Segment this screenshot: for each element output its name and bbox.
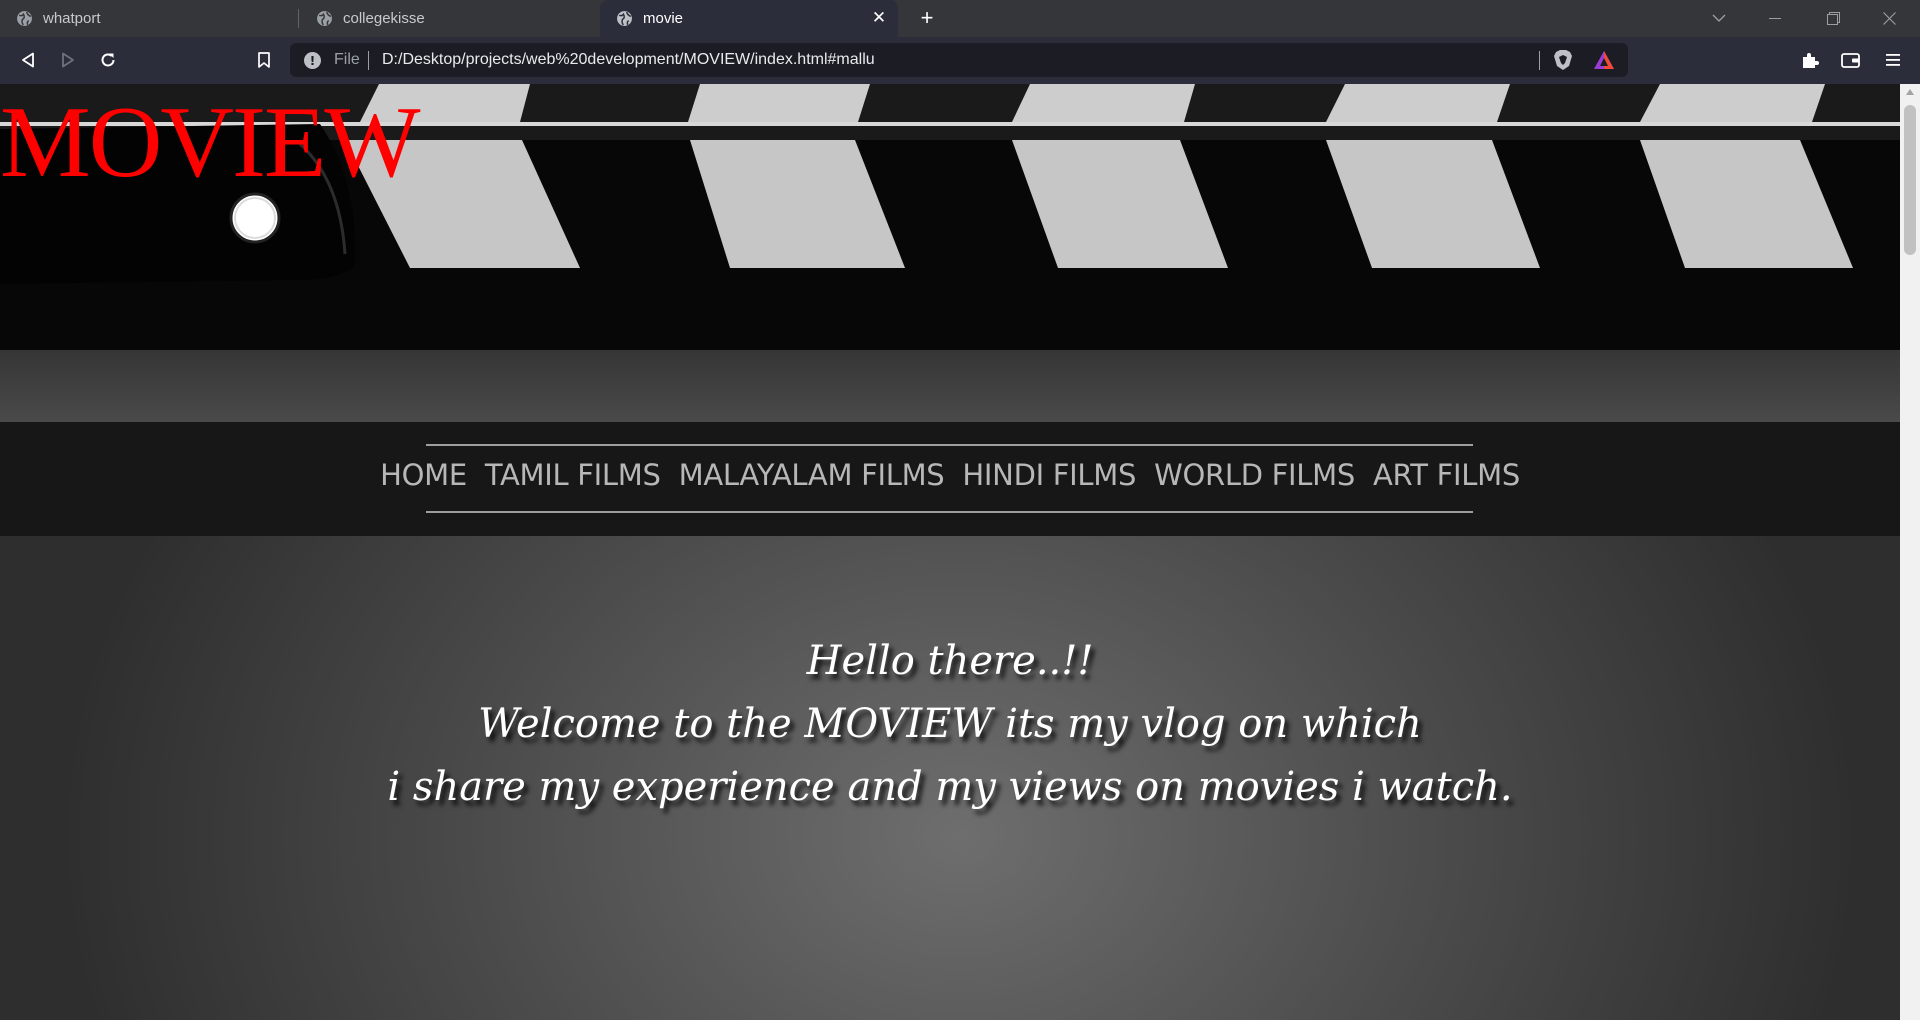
globe-icon <box>317 11 332 26</box>
nav-rule-top <box>426 444 1473 446</box>
tab-title: collegekisse <box>343 10 425 27</box>
site-logo[interactable]: MOVIEW <box>0 84 421 202</box>
info-icon[interactable]: ! <box>304 52 321 69</box>
url-text[interactable]: D:/Desktop/projects/web%20development/MO… <box>382 51 875 69</box>
reload-icon[interactable] <box>94 46 122 74</box>
welcome-line-greeting: Hello there..!! <box>806 638 1094 684</box>
forward-icon[interactable] <box>54 46 82 74</box>
tab-movie[interactable]: movie ✕ <box>600 0 898 37</box>
brave-shield-icon[interactable] <box>1553 49 1573 76</box>
address-bar[interactable]: ! File D:/Desktop/projects/web%20develop… <box>290 43 1628 77</box>
scroll-up-arrow-icon[interactable] <box>1906 89 1914 95</box>
tab-whatport[interactable]: whatport <box>0 0 299 37</box>
chevron-down-icon[interactable] <box>1696 0 1742 37</box>
welcome-section: Hello there..!! Welcome to the MOVIEW it… <box>0 536 1900 1020</box>
main-nav: HOME TAMIL FILMS MALAYALAM FILMS HINDI F… <box>0 422 1900 536</box>
page-viewport: MOVIEW HOME TAMIL FILMS MALAYALAM FILMS … <box>0 84 1900 1020</box>
globe-icon <box>617 11 632 26</box>
extensions-icon[interactable] <box>1796 46 1824 74</box>
welcome-message: Hello there..!! Welcome to the MOVIEW it… <box>350 630 1550 819</box>
nav-item-tamil-films[interactable]: TAMIL FILMS <box>485 458 661 492</box>
menu-icon[interactable] <box>1879 46 1907 74</box>
plus-icon[interactable]: + <box>914 5 940 31</box>
tab-collegekisse[interactable]: collegekisse <box>300 0 598 37</box>
nav-item-world-films[interactable]: WORLD FILMS <box>1154 458 1355 492</box>
tab-strip: whatport collegekisse movie ✕ + <box>0 0 1920 37</box>
bookmark-icon[interactable] <box>250 46 278 74</box>
divider <box>1539 51 1540 70</box>
tab-separator <box>298 9 299 28</box>
tab-title: movie <box>643 10 684 27</box>
globe-icon <box>17 11 32 26</box>
vertical-scrollbar[interactable] <box>1900 84 1920 1020</box>
nav-item-home[interactable]: HOME <box>380 458 467 492</box>
close-icon[interactable]: ✕ <box>868 7 890 29</box>
nav-item-malayalam-films[interactable]: MALAYALAM FILMS <box>679 458 945 492</box>
welcome-line-description: i share my experience and my views on mo… <box>387 764 1513 810</box>
scheme-label: File <box>334 51 360 68</box>
minimize-icon[interactable] <box>1752 0 1798 37</box>
nav-item-hindi-films[interactable]: HINDI FILMS <box>962 458 1136 492</box>
back-icon[interactable] <box>14 46 42 74</box>
wallet-icon[interactable] <box>1837 46 1865 74</box>
welcome-line-intro: Welcome to the MOVIEW its my vlog on whi… <box>478 701 1422 747</box>
scroll-thumb[interactable] <box>1904 105 1916 255</box>
clapperboard-header: MOVIEW <box>0 84 1900 422</box>
restore-icon[interactable] <box>1810 0 1856 37</box>
divider <box>368 51 369 70</box>
window-close-icon[interactable] <box>1866 0 1912 37</box>
nav-rule-bottom <box>426 511 1473 513</box>
nav-list: HOME TAMIL FILMS MALAYALAM FILMS HINDI F… <box>0 458 1900 492</box>
tab-title: whatport <box>43 10 101 27</box>
brave-rewards-icon[interactable] <box>1593 50 1615 75</box>
nav-item-art-films[interactable]: ART FILMS <box>1373 458 1520 492</box>
